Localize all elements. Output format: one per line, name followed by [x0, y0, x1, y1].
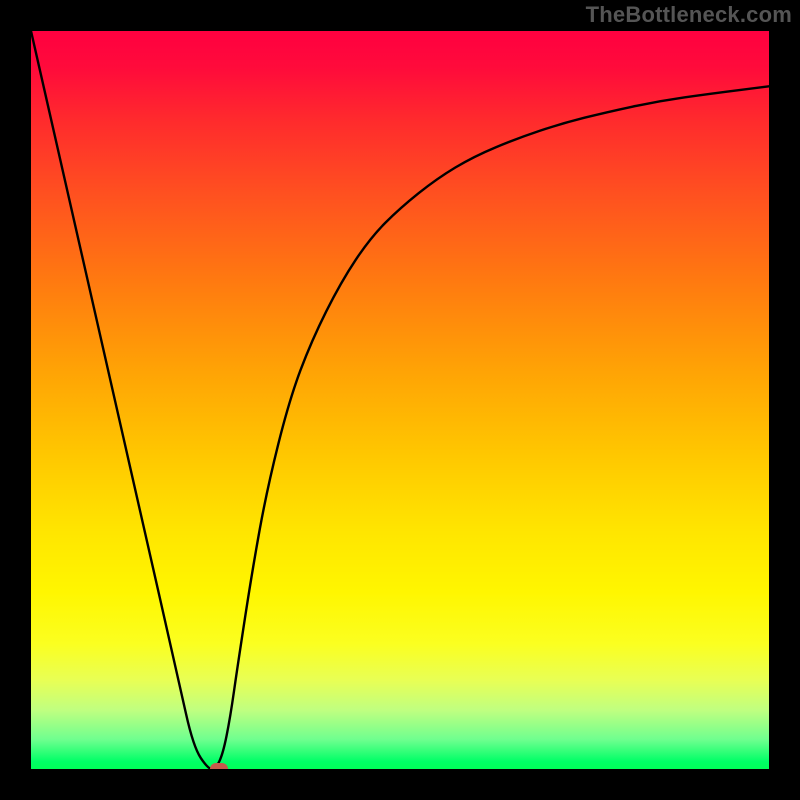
- watermark-text: TheBottleneck.com: [586, 2, 792, 28]
- minimum-marker: [210, 763, 228, 769]
- chart-frame: TheBottleneck.com: [0, 0, 800, 800]
- axis-mask-bottom: [31, 769, 769, 800]
- curve-path: [31, 31, 769, 769]
- plot-area: [31, 31, 769, 769]
- bottleneck-curve: [31, 31, 769, 769]
